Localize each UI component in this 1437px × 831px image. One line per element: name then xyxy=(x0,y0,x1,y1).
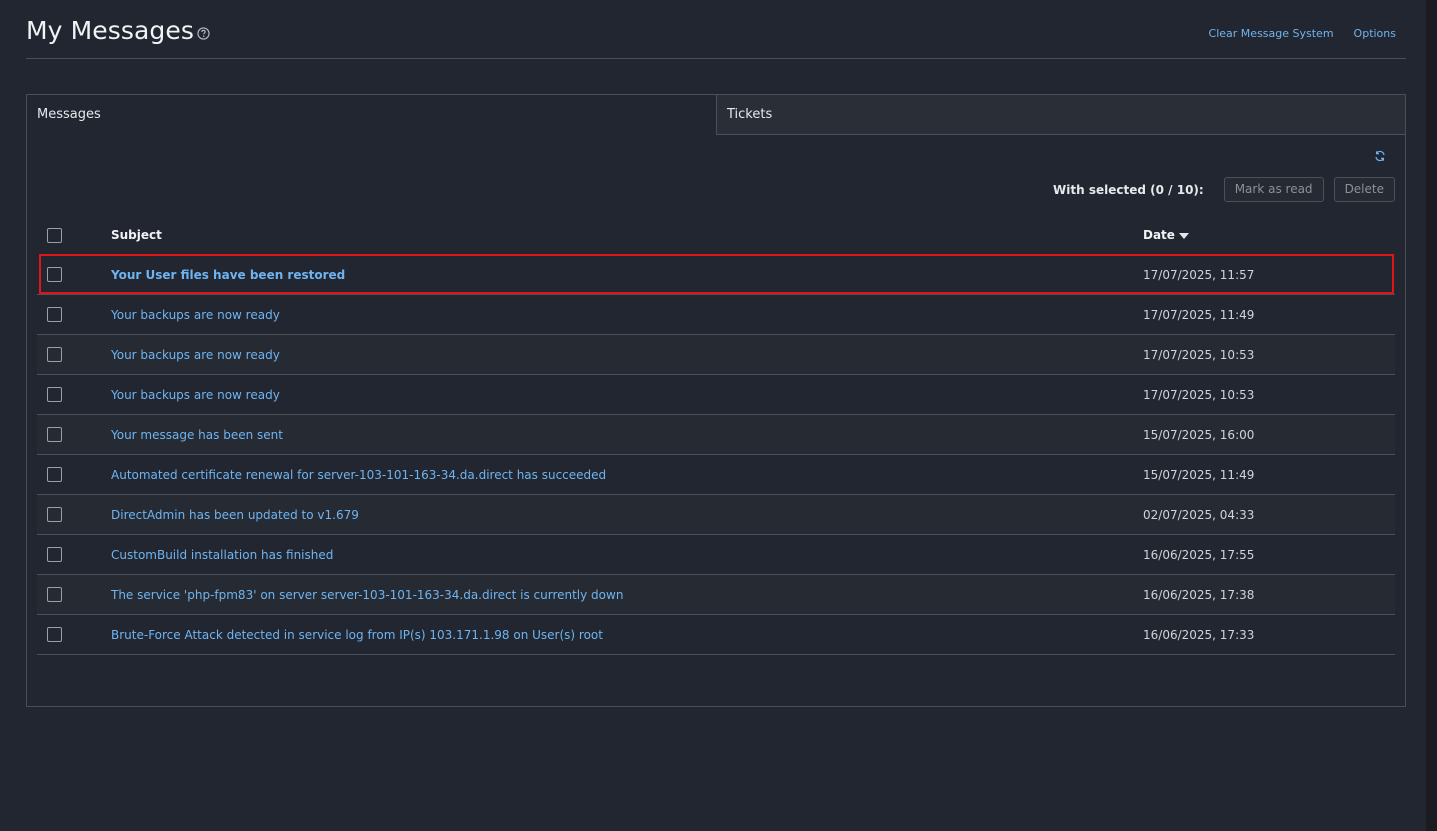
date-cell: 17/07/2025, 10:53 xyxy=(1143,388,1395,402)
tab-messages[interactable]: Messages xyxy=(27,95,717,135)
row-checkbox[interactable] xyxy=(47,427,62,442)
row-checkbox[interactable] xyxy=(47,347,62,362)
message-subject-link[interactable]: Your backups are now ready xyxy=(111,388,280,402)
row-checkbox-cell xyxy=(37,587,111,602)
with-selected-label: With selected (0 / 10): xyxy=(1053,182,1204,197)
message-subject-link[interactable]: Automated certificate renewal for server… xyxy=(111,468,606,482)
message-date: 16/06/2025, 17:38 xyxy=(1143,587,1255,602)
tab-bar: Messages Tickets xyxy=(27,95,1405,135)
row-checkbox-cell xyxy=(37,627,111,642)
subject-cell: The service 'php-fpm83' on server server… xyxy=(111,588,1143,602)
table-row[interactable]: Your message has been sent 15/07/2025, 16… xyxy=(37,415,1395,455)
date-cell: 02/07/2025, 04:33 xyxy=(1143,508,1395,522)
table-row[interactable]: Brute-Force Attack detected in service l… xyxy=(37,615,1395,655)
row-checkbox-cell xyxy=(37,467,111,482)
messages-panel: Messages Tickets With selected (0 / 10):… xyxy=(26,94,1406,707)
page-title: My Messages xyxy=(26,16,195,45)
row-checkbox[interactable] xyxy=(47,467,62,482)
table-row[interactable]: Your User files have been restored 17/07/… xyxy=(37,255,1395,295)
row-checkbox-cell xyxy=(37,507,111,522)
select-all-cell xyxy=(37,227,111,243)
table-row[interactable]: CustomBuild installation has finished 16/… xyxy=(37,535,1395,575)
row-checkbox[interactable] xyxy=(47,307,62,322)
message-date: 02/07/2025, 04:33 xyxy=(1143,507,1255,522)
message-subject-link[interactable]: DirectAdmin has been updated to v1.679 xyxy=(111,508,359,522)
table-row[interactable]: Your backups are now ready 17/07/2025, 10… xyxy=(37,335,1395,375)
window-scrollbar[interactable] xyxy=(1426,0,1437,831)
subject-cell: Your backups are now ready xyxy=(111,348,1143,362)
subject-cell: Brute-Force Attack detected in service l… xyxy=(111,628,1143,642)
message-date: 15/07/2025, 11:49 xyxy=(1143,467,1255,482)
message-subject-link[interactable]: Your backups are now ready xyxy=(111,308,280,322)
row-checkbox-cell xyxy=(37,387,111,402)
date-cell: 16/06/2025, 17:38 xyxy=(1143,588,1395,602)
message-date: 16/06/2025, 17:55 xyxy=(1143,547,1255,562)
subject-cell: Automated certificate renewal for server… xyxy=(111,468,1143,482)
tab-tickets[interactable]: Tickets xyxy=(717,95,1405,135)
subject-cell: Your backups are now ready xyxy=(111,388,1143,402)
refresh-icon[interactable] xyxy=(1374,150,1386,162)
date-cell: 15/07/2025, 11:49 xyxy=(1143,468,1395,482)
message-subject-link[interactable]: Your User files have been restored xyxy=(111,268,345,282)
row-checkbox[interactable] xyxy=(47,587,62,602)
table-row[interactable]: The service 'php-fpm83' on server server… xyxy=(37,575,1395,615)
message-date: 16/06/2025, 17:33 xyxy=(1143,627,1255,642)
options-link[interactable]: Options xyxy=(1354,27,1396,40)
date-cell: 17/07/2025, 10:53 xyxy=(1143,348,1395,362)
header-links: Clear Message System Options xyxy=(1209,27,1396,40)
message-subject-link[interactable]: Brute-Force Attack detected in service l… xyxy=(111,628,603,642)
date-cell: 16/06/2025, 17:55 xyxy=(1143,548,1395,562)
message-subject-link[interactable]: Your message has been sent xyxy=(111,428,283,442)
table-header: Subject Date xyxy=(37,215,1395,255)
message-subject-link[interactable]: CustomBuild installation has finished xyxy=(111,548,333,562)
mark-as-read-button[interactable]: Mark as read xyxy=(1223,177,1324,202)
message-date: 17/07/2025, 11:57 xyxy=(1143,267,1255,282)
message-date: 15/07/2025, 16:00 xyxy=(1143,427,1255,442)
table-row[interactable]: Your backups are now ready 17/07/2025, 11… xyxy=(37,295,1395,335)
message-subject-link[interactable]: The service 'php-fpm83' on server server… xyxy=(111,588,623,602)
header-divider xyxy=(26,58,1406,59)
subject-cell: Your User files have been restored xyxy=(111,268,1143,282)
subject-cell: CustomBuild installation has finished xyxy=(111,548,1143,562)
date-cell: 17/07/2025, 11:49 xyxy=(1143,308,1395,322)
delete-button[interactable]: Delete xyxy=(1333,177,1395,202)
row-checkbox[interactable] xyxy=(47,547,62,562)
bulk-actions-bar: With selected (0 / 10): Mark as read Del… xyxy=(1053,177,1395,202)
row-checkbox-cell xyxy=(37,547,111,562)
row-checkbox[interactable] xyxy=(47,387,62,402)
row-checkbox-cell xyxy=(37,427,111,442)
date-cell: 16/06/2025, 17:33 xyxy=(1143,628,1395,642)
date-cell: 15/07/2025, 16:00 xyxy=(1143,428,1395,442)
row-checkbox[interactable] xyxy=(47,267,62,282)
date-cell: 17/07/2025, 11:57 xyxy=(1143,268,1395,282)
subject-cell: DirectAdmin has been updated to v1.679 xyxy=(111,508,1143,522)
message-date: 17/07/2025, 10:53 xyxy=(1143,347,1255,362)
page: My Messages Clear Message System Options… xyxy=(0,0,1426,831)
subject-cell: Your message has been sent xyxy=(111,428,1143,442)
select-all-checkbox[interactable] xyxy=(47,227,62,243)
subject-header[interactable]: Subject xyxy=(111,228,1143,242)
clear-message-system-link[interactable]: Clear Message System xyxy=(1209,27,1334,40)
row-checkbox-cell xyxy=(37,267,111,282)
message-subject-link[interactable]: Your backups are now ready xyxy=(111,348,280,362)
sort-down-icon xyxy=(1178,232,1189,239)
date-header-label: Date xyxy=(1143,228,1175,242)
row-checkbox[interactable] xyxy=(47,627,62,642)
subject-cell: Your backups are now ready xyxy=(111,308,1143,322)
row-checkbox[interactable] xyxy=(47,507,62,522)
row-checkbox-cell xyxy=(37,347,111,362)
table-body: Your User files have been restored 17/07/… xyxy=(37,255,1395,655)
message-date: 17/07/2025, 11:49 xyxy=(1143,307,1255,322)
row-checkbox-cell xyxy=(37,307,111,322)
help-circle-icon[interactable] xyxy=(197,27,210,40)
date-header[interactable]: Date xyxy=(1143,228,1395,242)
message-date: 17/07/2025, 10:53 xyxy=(1143,387,1255,402)
table-row[interactable]: DirectAdmin has been updated to v1.679 02… xyxy=(37,495,1395,535)
messages-table: Subject Date Your User files have been r… xyxy=(37,215,1395,655)
table-row[interactable]: Your backups are now ready 17/07/2025, 10… xyxy=(37,375,1395,415)
table-row[interactable]: Automated certificate renewal for server… xyxy=(37,455,1395,495)
